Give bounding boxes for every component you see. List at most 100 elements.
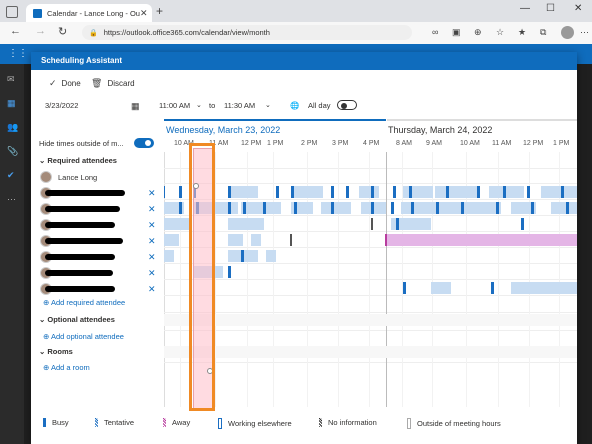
- new-tab-icon[interactable]: +: [156, 4, 163, 18]
- allday-toggle[interactable]: [337, 100, 357, 110]
- minimize-icon[interactable]: —: [520, 3, 530, 14]
- url-field[interactable]: 🔒 https://outlook.office365.com/calendar…: [82, 25, 412, 40]
- row-line: [164, 168, 577, 169]
- row-line: [164, 362, 577, 363]
- selection-frame: [189, 143, 215, 411]
- app-launcher-icon[interactable]: ⋮⋮: [8, 48, 28, 59]
- hour-label: 8 AM: [396, 140, 412, 147]
- todo-icon[interactable]: ✔: [7, 170, 15, 181]
- availability-block: [411, 202, 414, 214]
- browser-tab-bar: Calendar - Lance Long - Outlook ✕ + — ☐ …: [0, 0, 592, 22]
- discard-button[interactable]: 🗑 Discard: [91, 78, 135, 89]
- availability-block: [371, 186, 374, 198]
- date-field[interactable]: 3/23/2022: [45, 101, 78, 110]
- availability-block: [164, 186, 165, 198]
- availability-block: [359, 186, 379, 198]
- day2-label: Thursday, March 24, 2022: [388, 125, 493, 135]
- remove-attendee-icon[interactable]: ✕: [148, 236, 156, 247]
- availability-block: [291, 186, 323, 198]
- window-close-icon[interactable]: ✕: [574, 3, 582, 14]
- calendar-icon[interactable]: ▦: [7, 98, 16, 109]
- forward-icon[interactable]: →: [35, 25, 46, 37]
- hour-line: [338, 152, 339, 407]
- browser-tab[interactable]: Calendar - Lance Long - Outlook ✕: [26, 4, 152, 22]
- remove-attendee-icon[interactable]: ✕: [148, 204, 156, 215]
- row-line: [164, 279, 577, 280]
- optional-attendees-header[interactable]: ⌄ Optional attendees: [39, 315, 115, 324]
- chevron-down-icon[interactable]: ⌄: [196, 101, 202, 109]
- attendee-name: [45, 190, 125, 196]
- address-bar: ← → ↻ 🔒 https://outlook.office365.com/ca…: [0, 22, 592, 45]
- section-band: [164, 346, 577, 358]
- attach-icon[interactable]: 📎: [7, 146, 18, 157]
- availability-block: [551, 202, 577, 214]
- availability-block: [291, 186, 294, 198]
- timezone-icon[interactable]: 🌐: [290, 101, 299, 110]
- hour-label: 4 PM: [363, 140, 380, 147]
- date-picker-icon[interactable]: ▦: [131, 101, 140, 112]
- mail-icon[interactable]: ✉: [7, 74, 15, 85]
- hide-times-toggle[interactable]: [134, 138, 154, 148]
- back-icon[interactable]: ←: [10, 25, 21, 37]
- availability-block: [446, 186, 449, 198]
- add-optional-attendee-link[interactable]: ⊕ Add optional attendee: [43, 332, 124, 341]
- availability-block: [409, 186, 412, 198]
- availability-block: [346, 186, 349, 198]
- more-apps-icon[interactable]: ⋯: [7, 194, 16, 205]
- hide-times-label: Hide times outside of m...: [39, 139, 124, 148]
- maximize-icon[interactable]: ☐: [546, 3, 555, 14]
- availability-block: [164, 250, 174, 262]
- busy-swatch: [43, 418, 46, 427]
- people-icon[interactable]: 👥: [7, 122, 18, 133]
- dialog-title: Scheduling Assistant: [31, 52, 577, 70]
- refresh-icon[interactable]: ↻: [58, 25, 67, 38]
- zoom-icon[interactable]: ⊕: [474, 27, 482, 38]
- availability-block: [228, 186, 231, 198]
- away-swatch: [163, 418, 166, 427]
- day1-underline: [164, 119, 386, 121]
- legend-working-elsewhere: Working elsewhere: [218, 418, 292, 429]
- app-icon[interactable]: ▣: [452, 27, 461, 38]
- legend-outside-hours: Outside of meeting hours: [407, 418, 501, 429]
- availability-block: [290, 234, 292, 246]
- url-text: https://outlook.office365.com/calendar/v…: [103, 28, 270, 37]
- read-aloud-icon[interactable]: ∞: [432, 27, 438, 37]
- row-line: [164, 312, 577, 313]
- availability-block: [331, 202, 334, 214]
- add-room-link[interactable]: ⊕ Add a room: [43, 363, 90, 372]
- favorite-icon[interactable]: ☆: [496, 27, 504, 38]
- attendee-name: [45, 286, 115, 292]
- remove-attendee-icon[interactable]: ✕: [148, 268, 156, 279]
- rooms-header[interactable]: ⌄ Rooms: [39, 347, 73, 356]
- add-required-attendee-link[interactable]: ⊕ Add required attendee: [43, 298, 125, 307]
- allday-label: All day: [308, 101, 331, 110]
- row-line: [164, 215, 577, 216]
- start-time-field[interactable]: 11:00 AM: [159, 101, 190, 110]
- profile-avatar[interactable]: [561, 26, 574, 39]
- more-icon[interactable]: ⋯: [580, 27, 589, 38]
- remove-attendee-icon[interactable]: ✕: [148, 188, 156, 199]
- chevron-down-icon[interactable]: ⌄: [265, 101, 271, 109]
- day2-underline: [387, 119, 577, 121]
- collections-icon[interactable]: ⧉: [540, 27, 546, 38]
- favorites-icon[interactable]: ★: [518, 27, 526, 38]
- add-circle-icon: ⊕: [43, 363, 51, 372]
- availability-block: [521, 218, 524, 230]
- tab-close-icon[interactable]: ✕: [140, 8, 152, 19]
- remove-attendee-icon[interactable]: ✕: [148, 220, 156, 231]
- end-time-field[interactable]: 11:30 AM: [224, 101, 255, 110]
- availability-block: [276, 186, 279, 198]
- availability-block: [461, 202, 464, 214]
- legend-busy: Busy: [43, 418, 69, 427]
- tab-actions-icon[interactable]: [6, 6, 18, 18]
- remove-attendee-icon[interactable]: ✕: [148, 284, 156, 295]
- remove-attendee-icon[interactable]: ✕: [148, 252, 156, 263]
- required-attendees-header[interactable]: ⌄ Required attendees: [39, 156, 117, 165]
- availability-block: [436, 202, 439, 214]
- availability-block: [551, 282, 577, 294]
- availability-block: [531, 202, 534, 214]
- availability-block: [179, 186, 182, 198]
- done-button[interactable]: ✓ Done: [49, 78, 81, 89]
- availability-block: [496, 202, 499, 214]
- attendee-name: [45, 270, 113, 276]
